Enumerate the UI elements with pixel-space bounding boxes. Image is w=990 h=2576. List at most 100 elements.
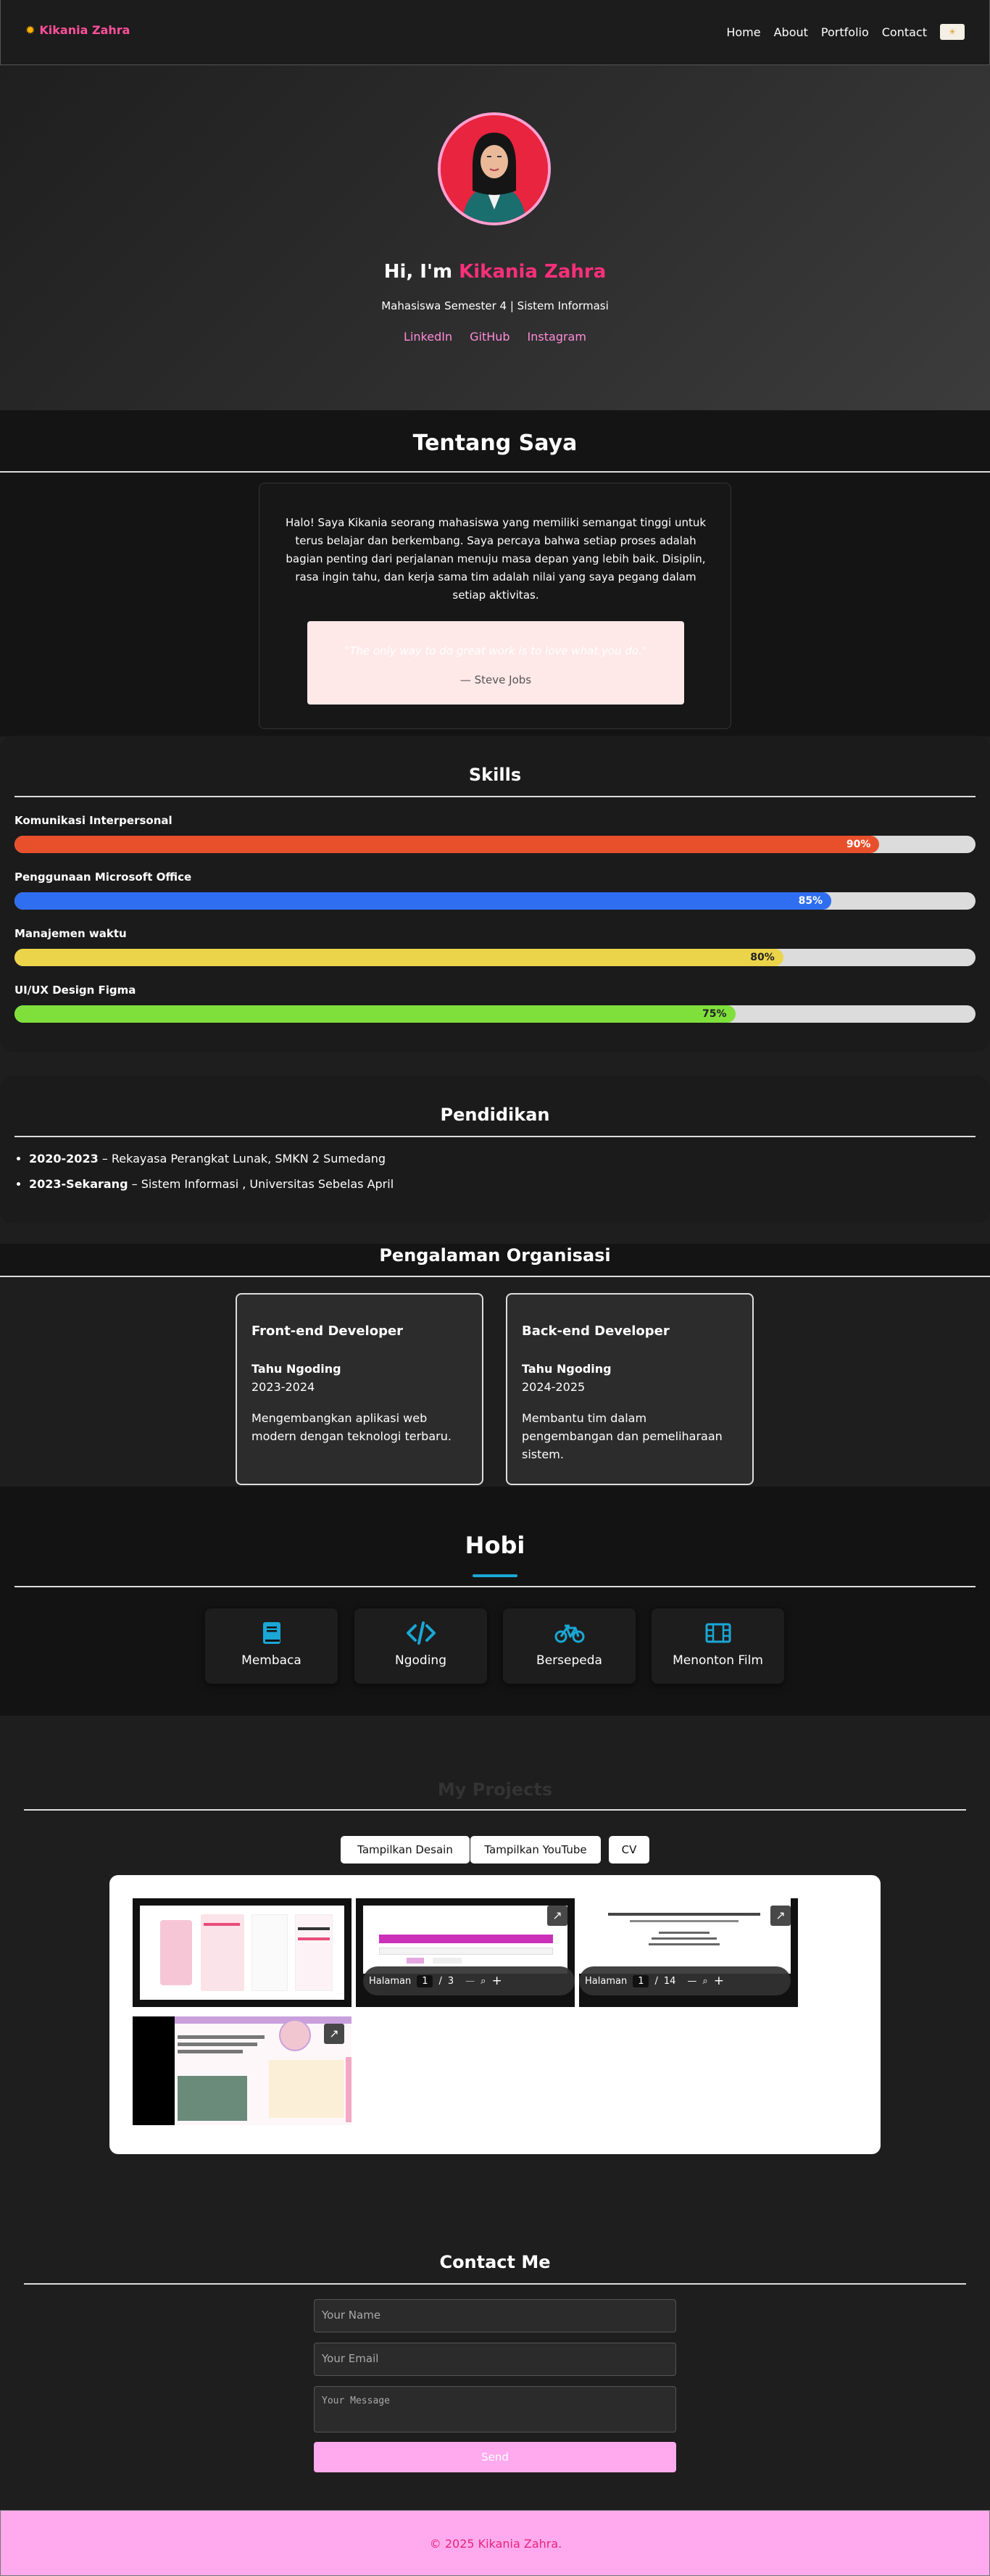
pdf-page-input[interactable]: 1 (417, 1974, 433, 1987)
education-years: 2020-2023 (29, 1152, 99, 1166)
hobby-label: Membaca (241, 1653, 301, 1668)
zoom-in-icon[interactable]: + (714, 1974, 724, 1988)
message-textarea[interactable]: Your Message (314, 2386, 676, 2432)
show-youtube-button[interactable]: Tampilkan YouTube (470, 1836, 601, 1864)
pdf-page-input[interactable]: 1 (633, 1974, 649, 1987)
book-icon (205, 1621, 338, 1648)
instagram-link[interactable]: Instagram (528, 330, 586, 344)
nav-link-about[interactable]: About (774, 25, 808, 39)
education-detail: – Sistem Informasi , Universitas Sebelas… (128, 1177, 394, 1191)
skill-label: Komunikasi Interpersonal (14, 814, 172, 827)
skill-percent: 80% (750, 952, 775, 963)
projects-divider (24, 1809, 966, 1811)
open-external-icon[interactable]: ↗ (547, 1906, 567, 1926)
org-card: Back-end Developer Tahu Ngoding 2024-202… (506, 1293, 754, 1485)
zoom-out-icon[interactable]: — (465, 1976, 475, 1987)
contact-divider (24, 2283, 966, 2285)
org-card-description: Membantu tim dalam pengembangan dan peme… (522, 1411, 723, 1461)
github-link[interactable]: GitHub (470, 330, 509, 344)
open-external-icon[interactable]: ↗ (324, 2024, 344, 2044)
hobby-title: Hobi (465, 1532, 525, 1559)
hobby-accent-underline (473, 1574, 517, 1577)
about-text: Halo! Saya Kikania seorang mahasiswa yan… (285, 516, 707, 602)
hobby-label: Menonton Film (673, 1653, 763, 1668)
nav-links: Home About Portfolio Contact ☀ (726, 24, 965, 40)
list-item: 2023-Sekarang – Sistem Informasi , Unive… (29, 1178, 394, 1191)
pdf-page-total: 14 (663, 1975, 676, 1987)
education-title: Pendidikan (440, 1105, 550, 1125)
about-title: Tentang Saya (412, 431, 578, 456)
contact-section: Contact Me Your Name Your Email Your Mes… (0, 2165, 990, 2510)
name-input[interactable]: Your Name (314, 2299, 676, 2332)
skill-percent: 75% (702, 1008, 727, 1020)
org-card-title: Front-end Developer (251, 1324, 404, 1339)
about-card: Halo! Saya Kikania seorang mahasiswa yan… (259, 483, 731, 729)
footer-copyright: © 2025 Kikania Zahra. (429, 2537, 562, 2551)
skills-title: Skills (468, 765, 522, 785)
hobby-card: Bersepeda (503, 1608, 636, 1684)
pdf-toolbar: Halaman 1 / 3 — ⌕ + (363, 1966, 575, 1995)
send-button[interactable]: Send (314, 2442, 676, 2472)
skill-bar: 80% (14, 949, 976, 966)
project-thumbnail[interactable]: ↗ Halaman 1 / 3 — ⌕ + (356, 1898, 575, 2007)
search-icon[interactable]: ⌕ (702, 1976, 707, 1987)
organization-divider (0, 1276, 990, 1277)
theme-toggle[interactable]: ☀ (940, 24, 965, 40)
skills-divider (14, 796, 976, 797)
list-item: 2020-2023 – Rekayasa Perangkat Lunak, SM… (29, 1152, 394, 1166)
about-divider (0, 471, 990, 473)
hero-subtitle: Mahasiswa Semester 4 | Sistem Informasi (381, 299, 609, 312)
skill-label: Manajemen waktu (14, 927, 127, 940)
hobby-divider (14, 1586, 976, 1587)
pdf-page-separator: / (438, 1975, 442, 1987)
code-icon (354, 1621, 487, 1648)
hero-greeting: Hi, I'm (383, 261, 453, 283)
theme-icon: ☀ (948, 27, 957, 37)
skill-percent: 90% (846, 839, 871, 850)
nav-link-home[interactable]: Home (726, 25, 760, 39)
skill-label: Penggunaan Microsoft Office (14, 871, 192, 884)
skill-bar: 90% (14, 836, 976, 853)
project-thumbnail[interactable] (133, 1898, 352, 2007)
search-icon[interactable]: ⌕ (481, 1976, 486, 1987)
zoom-in-icon[interactable]: + (491, 1974, 502, 1988)
quote-box: "The only way to do great work is to lov… (307, 621, 684, 705)
brand-name: Kikania Zahra (39, 23, 130, 37)
cv-button[interactable]: CV (609, 1836, 649, 1864)
org-card-years: 2023-2024 (251, 1380, 315, 1394)
skill-percent: 85% (798, 895, 823, 907)
zoom-out-icon[interactable]: — (687, 1976, 696, 1987)
hobby-card: Menonton Film (652, 1608, 784, 1684)
nav-link-contact[interactable]: Contact (882, 25, 927, 39)
quote-text: "The only way to do great work is to lov… (344, 644, 647, 657)
brand[interactable]: ✹ Kikania Zahra (25, 23, 130, 37)
org-card-years: 2024-2025 (522, 1380, 586, 1394)
contact-title: Contact Me (439, 2252, 551, 2272)
projects-gallery: ↗ Halaman 1 / 3 — ⌕ + ↗ Halaman 1 / 14 —… (109, 1875, 881, 2154)
navbar: ✹ Kikania Zahra Home About Portfolio Cont… (0, 0, 990, 65)
email-input[interactable]: Your Email (314, 2343, 676, 2376)
skill-fill: 85% (14, 892, 832, 910)
project-thumbnail[interactable]: ↗ (133, 2016, 352, 2125)
pdf-page-total: 3 (447, 1975, 454, 1987)
hobby-section: Hobi Membaca Ngoding Bersepeda Menonton … (0, 1487, 990, 1716)
avatar (438, 112, 551, 225)
hobby-card: Ngoding (354, 1608, 487, 1684)
bicycle-icon (503, 1621, 636, 1648)
skill-bar: 85% (14, 892, 976, 910)
linkedin-link[interactable]: LinkedIn (404, 330, 452, 344)
show-design-button[interactable]: Tampilkan Desain (341, 1836, 470, 1864)
quote-author: — Steve Jobs (459, 673, 532, 686)
design-preview (140, 1906, 344, 2000)
nav-link-portfolio[interactable]: Portfolio (821, 25, 869, 39)
hero-section: Hi, I'm Kikania Zahra Mahasiswa Semester… (0, 65, 990, 410)
skills-section: Skills Komunikasi Interpersonal 90% Peng… (0, 736, 990, 1052)
open-external-icon[interactable]: ↗ (770, 1906, 791, 1926)
about-section: Tentang Saya Halo! Saya Kikania seorang … (0, 410, 990, 736)
education-years: 2023-Sekarang (29, 1177, 128, 1191)
hobby-card: Membaca (205, 1608, 338, 1684)
education-list: 2020-2023 – Rekayasa Perangkat Lunak, SM… (29, 1152, 394, 1203)
project-thumbnail[interactable]: ↗ Halaman 1 / 14 — ⌕ + (579, 1898, 798, 2007)
skill-fill: 90% (14, 836, 880, 853)
education-divider (14, 1136, 976, 1137)
